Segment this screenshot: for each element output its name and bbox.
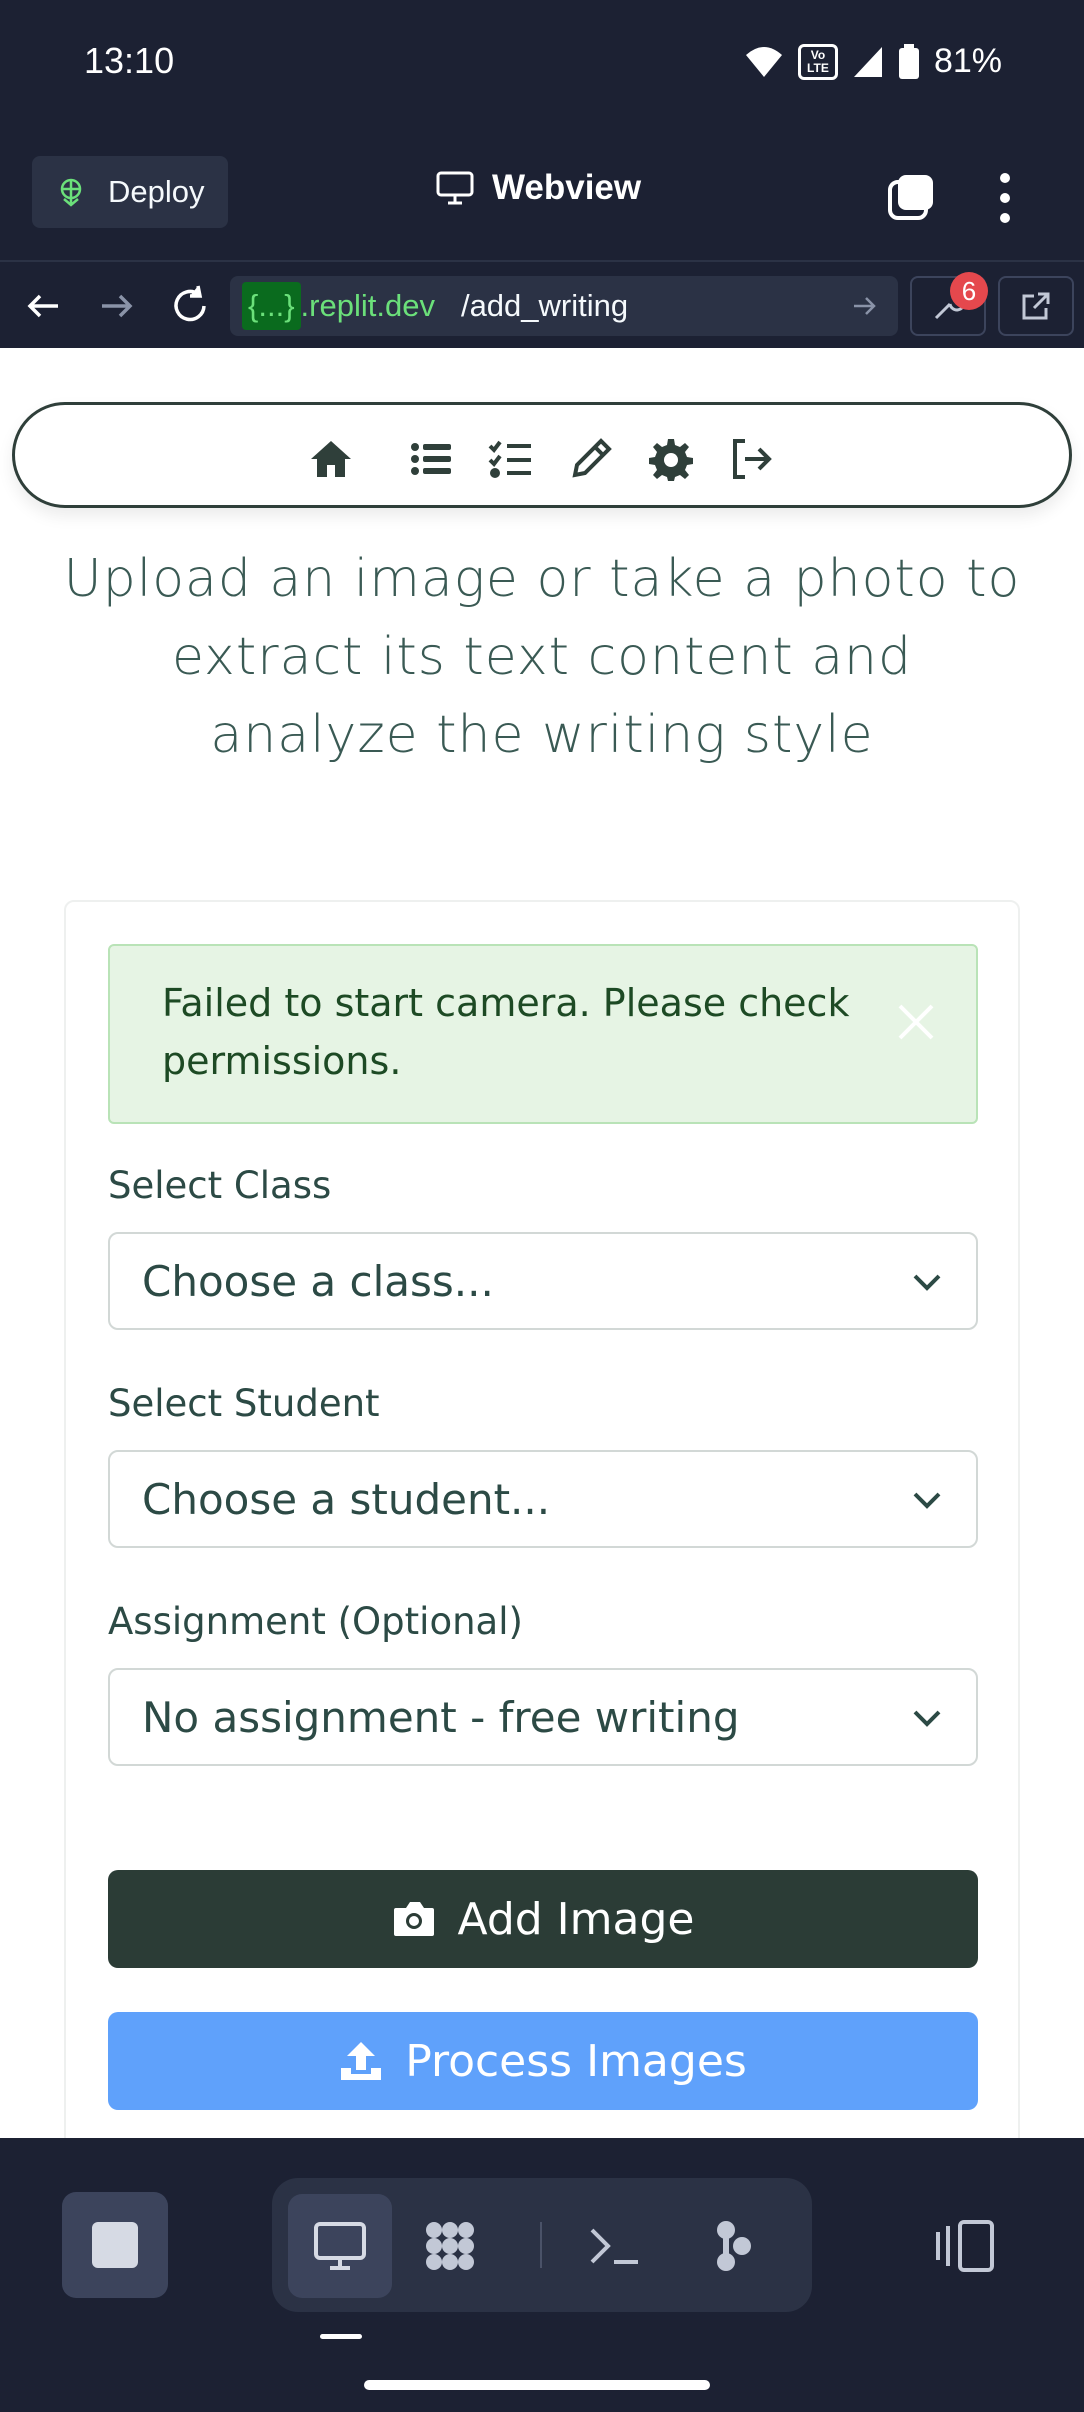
git-icon [717, 2221, 751, 2271]
camera-error-alert: Failed to start camera. Please check per… [108, 944, 978, 1124]
deploy-label: Deploy [108, 174, 205, 209]
status-bar: 13:10 Vo LTE 81% [0, 0, 1084, 130]
open-new-tab-button[interactable] [998, 276, 1074, 336]
alert-message: Failed to start camera. Please check per… [162, 981, 850, 1083]
back-icon[interactable] [22, 284, 66, 328]
devtools-badge: 6 [950, 272, 988, 310]
shell-tool[interactable] [562, 2194, 666, 2298]
more-options-icon[interactable] [990, 168, 1020, 228]
workspace-icon [426, 2222, 474, 2270]
chevron-down-icon [913, 1274, 941, 1291]
status-time: 13:10 [84, 40, 175, 81]
url-field[interactable]: {...} .replit.dev /add_writing [230, 276, 898, 336]
assignment-label: Assignment (Optional) [108, 1600, 523, 1643]
camera-icon [393, 1902, 434, 1936]
url-host: .replit.dev [300, 288, 435, 323]
upload-card: Failed to start camera. Please check per… [64, 900, 1020, 2138]
workspace-tool[interactable] [398, 2194, 502, 2298]
tool-group [272, 2178, 812, 2312]
app-navbar [12, 402, 1072, 508]
webview-title: Webview [436, 168, 641, 208]
external-link-icon [1022, 292, 1050, 320]
add-image-label: Add Image [457, 1893, 695, 1945]
devtools-button[interactable]: 6 [910, 272, 988, 336]
volte-icon: Vo LTE [797, 43, 838, 80]
page-heading: Upload an image or take a photo to extra… [63, 549, 1021, 765]
replit-bottom-toolbar [0, 2138, 1084, 2412]
url-path: /add_writing [460, 288, 629, 323]
url-host-prefix: {...} [242, 282, 301, 330]
home-icon[interactable] [307, 435, 355, 483]
wifi-icon [745, 46, 782, 77]
git-tool[interactable] [682, 2194, 786, 2298]
chevron-down-icon [913, 1492, 941, 1509]
class-label: Select Class [108, 1164, 332, 1207]
student-select[interactable]: Choose a student... [108, 1450, 978, 1548]
shell-icon [590, 2228, 638, 2264]
add-image-button[interactable]: Add Image [108, 1870, 978, 1968]
battery-percent: 81% [933, 42, 1002, 80]
close-icon[interactable] [894, 1000, 938, 1044]
panes-icon[interactable] [934, 2214, 998, 2278]
toolbar-divider [540, 2222, 542, 2268]
deploy-button[interactable]: Deploy [32, 156, 228, 228]
webview-tool[interactable] [288, 2194, 392, 2298]
gear-icon[interactable] [647, 435, 695, 483]
webview-icon [314, 2222, 366, 2270]
home-indicator[interactable] [364, 2380, 710, 2390]
replit-header: Deploy Webview [0, 130, 1084, 260]
student-select-value: Choose a student... [142, 1474, 551, 1524]
webview-title-text: Webview [492, 168, 642, 207]
webview-content: Upload an image or take a photo to extra… [0, 348, 1084, 2138]
list-icon[interactable] [407, 435, 455, 483]
chevron-down-icon [913, 1710, 941, 1727]
tabs-icon[interactable] [886, 172, 936, 222]
pencil-icon[interactable] [567, 435, 615, 483]
stop-icon [92, 2222, 138, 2268]
checklist-icon[interactable] [487, 435, 535, 483]
url-bar: {...} .replit.dev /add_writing 6 [0, 260, 1084, 348]
assignment-select-value: No assignment - free writing [142, 1692, 740, 1742]
student-label: Select Student [108, 1382, 380, 1425]
logout-icon[interactable] [727, 435, 775, 483]
stop-button[interactable] [62, 2192, 168, 2298]
monitor-icon [436, 171, 474, 205]
forward-icon[interactable] [94, 284, 138, 328]
assignment-select[interactable]: No assignment - free writing [108, 1668, 978, 1766]
battery-icon [898, 43, 919, 79]
upload-icon [341, 2042, 382, 2080]
process-images-label: Process Images [405, 2035, 747, 2087]
class-select[interactable]: Choose a class... [108, 1232, 978, 1330]
signal-icon [853, 46, 882, 77]
status-icons: Vo LTE 81% [744, 42, 1002, 81]
process-images-button[interactable]: Process Images [108, 2012, 978, 2110]
class-select-value: Choose a class... [142, 1256, 494, 1306]
reload-icon[interactable] [168, 284, 212, 328]
deploy-icon [60, 178, 82, 207]
toolbar-indicator [320, 2334, 362, 2339]
go-arrow-icon[interactable] [850, 292, 878, 320]
